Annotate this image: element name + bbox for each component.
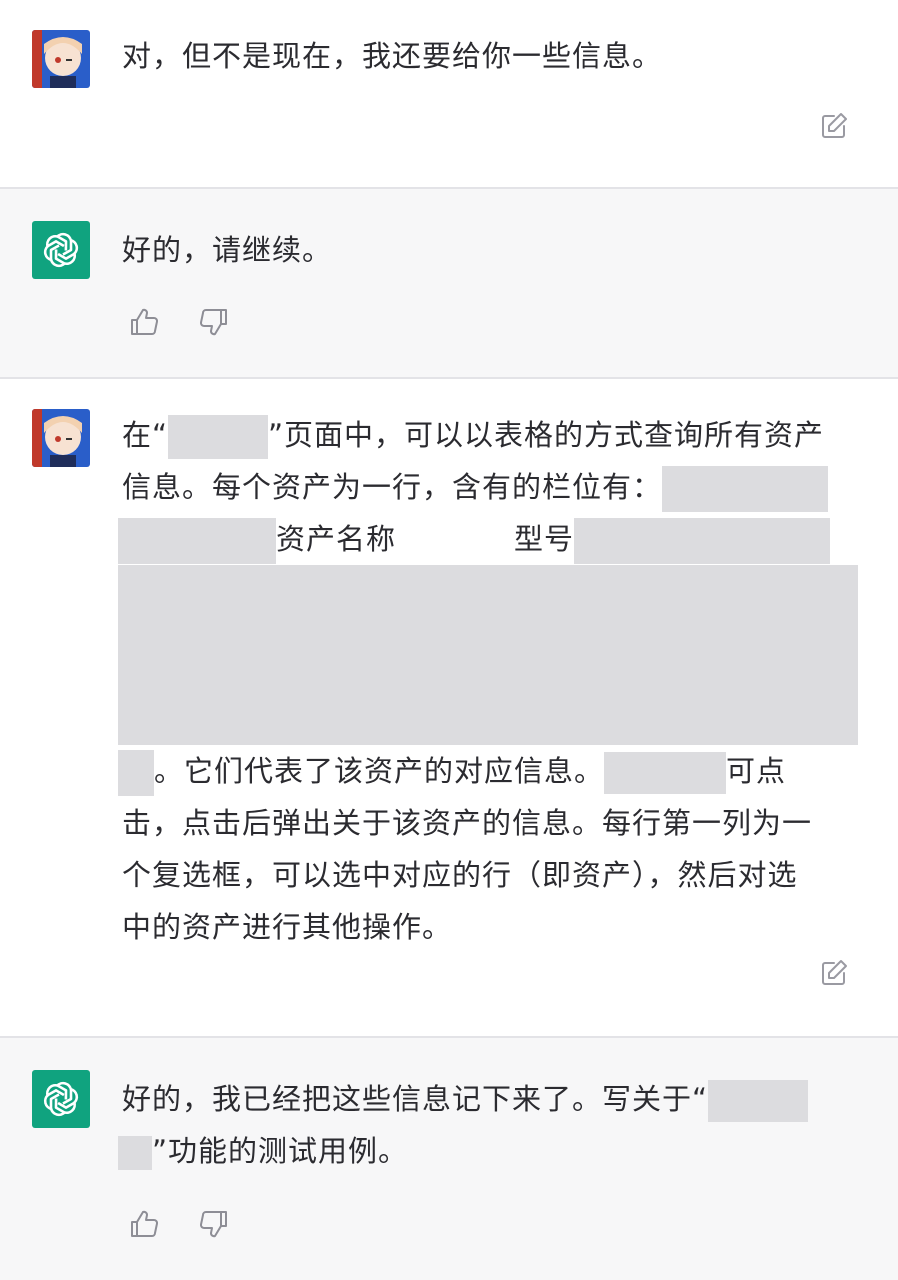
user-avatar [32,30,90,88]
message-user-1: 对，但不是现在，我还要给你一些信息。 [0,0,898,188]
text-segment: 型号 [514,522,575,556]
line: 信息。每个资产为一行，含有的栏位有： [122,461,858,513]
thumbs-up-icon[interactable] [128,306,160,338]
redacted-block [168,415,269,459]
redacted-block [118,518,276,564]
text-segment: 好的，我已经把这些信息记下来了。写关于“ [122,1082,709,1116]
redacted-block [662,466,829,512]
line: ”功能的测试用例。 [118,1125,858,1177]
redacted-block [396,518,515,564]
line: 。它们代表了该资产的对应信息。 可点 [118,745,858,797]
line: 在“ ”页面中，可以以表格的方式查询所有资产 [122,409,858,461]
redacted-block [574,518,831,564]
message-assistant-1: 好的，请继续。 [0,189,898,377]
redacted-paragraph [118,565,858,745]
openai-logo-icon [32,221,90,279]
thumbs-down-icon[interactable] [198,1208,230,1240]
thumbs-up-icon[interactable] [128,1208,160,1240]
text-segment: 在“ [122,418,169,452]
thumbs-down-icon[interactable] [198,306,230,338]
line: 中的资产进行其他操作。 [122,910,453,944]
edit-icon[interactable] [818,110,850,142]
line: 好的，我已经把这些信息记下来了。写关于“ [122,1073,858,1125]
text-segment: ”页面中，可以以表格的方式查询所有资产 [268,418,825,452]
line: 击，点击后弹出关于该资产的信息。每行第一列为一 [122,806,813,840]
text-segment: ”功能的测试用例。 [152,1134,409,1168]
text-segment: 可点 [726,754,787,788]
user-avatar [32,409,90,467]
redacted-block [708,1080,809,1122]
redacted-block [118,750,154,796]
line: 个复选框，可以选中对应的行（即资产），然后对选 [122,858,798,892]
message-text: 在“ ”页面中，可以以表格的方式查询所有资产 信息。每个资产为一行，含有的栏位有：… [118,409,858,953]
redacted-block [604,752,727,794]
text-segment: 资产名称 [276,522,397,556]
message-text: 好的，我已经把这些信息记下来了。写关于“ ”功能的测试用例。 [118,1073,858,1177]
redacted-block [118,1136,152,1170]
message-text: 对，但不是现在，我还要给你一些信息。 [122,39,663,73]
text-segment: 。它们代表了该资产的对应信息。 [154,754,605,788]
message-assistant-2: 好的，我已经把这些信息记下来了。写关于“ ”功能的测试用例。 [0,1038,898,1280]
openai-logo-icon [32,1070,90,1128]
line: 资产名称 型号 [118,513,858,565]
text-segment: 信息。每个资产为一行，含有的栏位有： [122,470,663,504]
message-text: 好的，请继续。 [122,233,333,267]
message-user-2: 在“ ”页面中，可以以表格的方式查询所有资产 信息。每个资产为一行，含有的栏位有：… [0,379,898,1036]
edit-icon[interactable] [818,957,850,989]
